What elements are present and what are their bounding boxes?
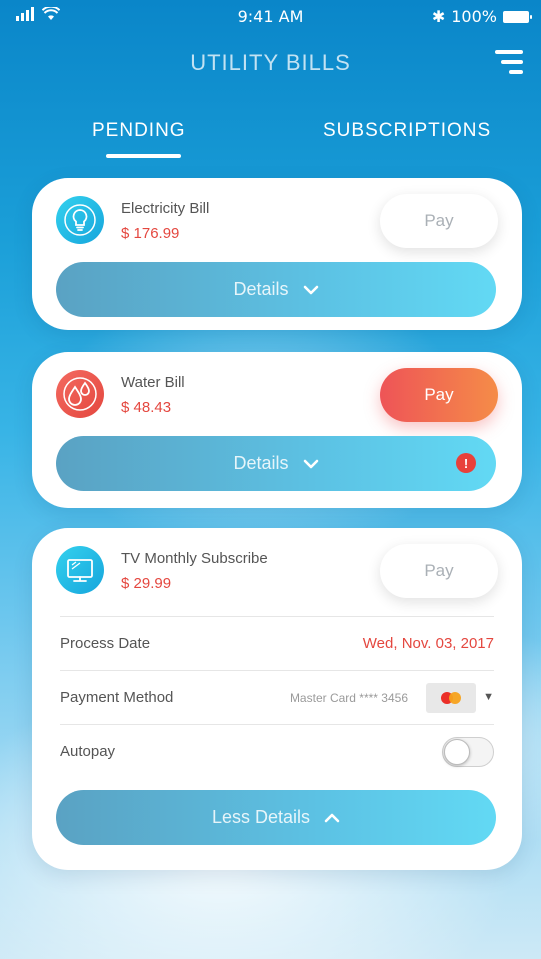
alert-icon: ! — [456, 453, 476, 473]
tv-icon — [56, 546, 104, 594]
process-date-label: Process Date — [60, 635, 151, 652]
caret-down-icon[interactable]: ▼ — [483, 691, 494, 703]
autopay-label: Autopay — [60, 743, 116, 760]
bill-card-electricity: Electricity Bill $ 176.99 Pay Details — [32, 178, 522, 330]
status-right: ✱ 100% — [431, 7, 532, 26]
bill-name: Electricity Bill — [121, 200, 210, 217]
tab-subscriptions[interactable]: SUBSCRIPTIONS — [323, 120, 491, 142]
details-label: Less Details — [211, 807, 311, 827]
bill-name: TV Monthly Subscribe — [121, 550, 268, 567]
payment-method-label: Payment Method — [60, 689, 174, 706]
active-tab-indicator — [106, 154, 181, 158]
bluetooth-icon: ✱ — [431, 7, 446, 26]
payment-method-value: Master Card **** 3456 — [289, 691, 408, 705]
tab-pending[interactable]: PENDING — [92, 120, 186, 142]
details-label: Details — [233, 279, 289, 299]
toggle-knob — [444, 739, 470, 765]
pay-button[interactable]: Pay — [380, 194, 498, 248]
bill-amount: $ 176.99 — [121, 225, 180, 242]
status-bar: 9:41 AM ✱ 100% — [0, 0, 541, 34]
details-label: Details — [233, 453, 289, 473]
tab-bar: PENDING SUBSCRIPTIONS — [0, 120, 541, 160]
pay-button[interactable]: Pay — [380, 544, 498, 598]
process-date-row: Process Date Wed, Nov. 03, 2017 — [60, 616, 494, 670]
bill-amount: $ 48.43 — [121, 399, 172, 416]
process-date-value: Wed, Nov. 03, 2017 — [362, 635, 494, 652]
details-button[interactable]: Details ! — [56, 436, 496, 491]
bill-card-water: Water Bill $ 48.43 Pay Details ! — [32, 352, 522, 508]
bill-name: Water Bill — [121, 374, 185, 391]
battery-percent: 100% — [451, 7, 497, 26]
page-title: UTILITY BILLS — [190, 50, 351, 75]
water-drop-icon — [56, 370, 104, 418]
pay-button[interactable]: Pay — [380, 368, 498, 422]
bill-amount: $ 29.99 — [121, 575, 172, 592]
lightbulb-icon — [56, 196, 104, 244]
mastercard-icon — [426, 683, 476, 713]
autopay-toggle[interactable] — [442, 737, 494, 767]
details-button[interactable]: Details — [56, 262, 496, 317]
less-details-button[interactable]: Less Details — [56, 790, 496, 845]
payment-method-row[interactable]: Payment Method Master Card **** 3456 ▼ — [60, 670, 494, 724]
autopay-row: Autopay — [60, 724, 494, 778]
chevron-down-icon — [303, 285, 318, 294]
menu-icon[interactable] — [495, 50, 523, 76]
chevron-up-icon — [324, 813, 340, 822]
battery-icon — [503, 10, 532, 23]
chevron-down-icon — [303, 459, 318, 468]
bill-card-tv: TV Monthly Subscribe $ 29.99 Pay Process… — [32, 528, 522, 870]
